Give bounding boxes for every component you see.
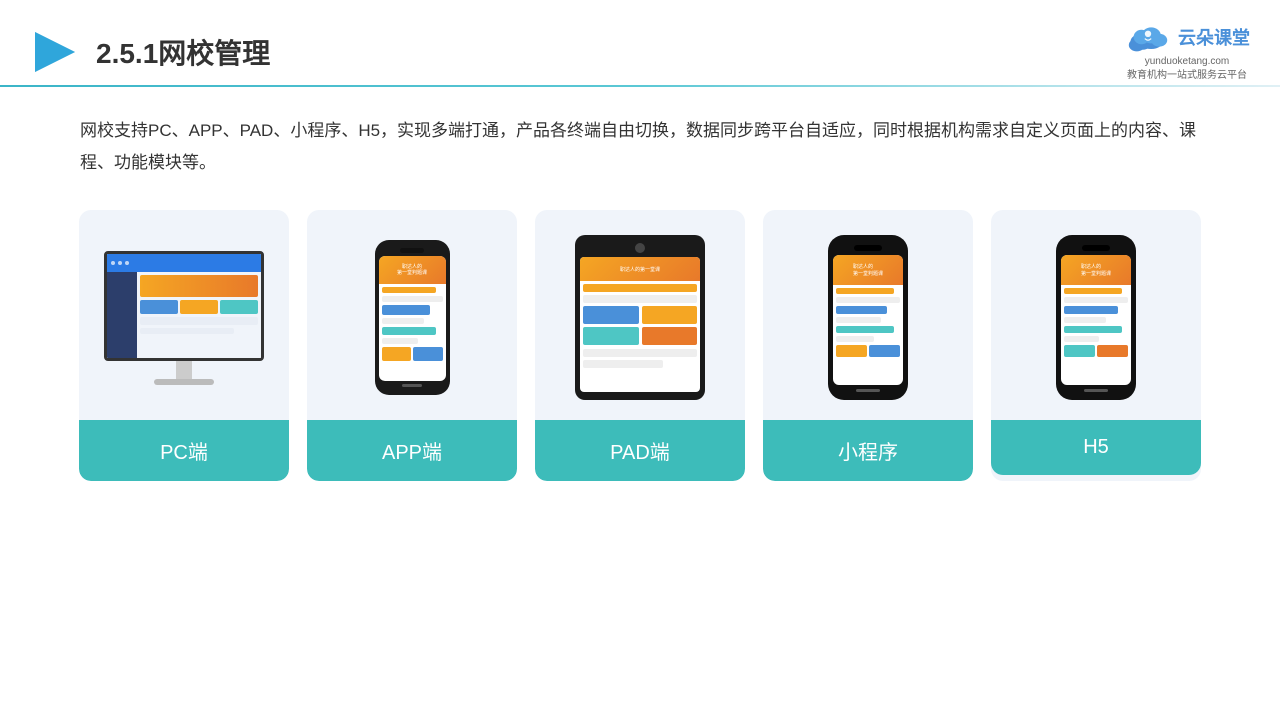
brand-domain: yunduoketang.com	[1127, 55, 1247, 69]
phone-miniprogram-icon: 职达人的第一堂判题课	[828, 235, 908, 400]
brand-logo-area: 云朵课堂 yunduoketang.com 教育机构一站式服务云平台	[1124, 21, 1250, 83]
brand-name: 云朵课堂	[1178, 24, 1250, 50]
header: 2.5.1网校管理 云朵课堂 yunduoketang.com 教育机构一站式服…	[0, 0, 1280, 85]
card-h5-image: 职达人的第一堂判题课	[991, 210, 1201, 420]
card-app: 职达人的第一堂判题课	[307, 210, 517, 481]
brand-logo: 云朵课堂	[1124, 21, 1250, 53]
brand-desc: 教育机构一站式服务云平台	[1127, 69, 1247, 83]
cards-container: PC端 职达人的第一堂判题课	[0, 200, 1280, 481]
card-pc-label: PC端	[79, 420, 289, 481]
card-app-image: 职达人的第一堂判题课	[307, 210, 517, 420]
cloud-icon	[1124, 21, 1172, 53]
brand-tagline: yunduoketang.com 教育机构一站式服务云平台	[1127, 55, 1247, 83]
card-miniprogram-image: 职达人的第一堂判题课	[763, 210, 973, 420]
card-miniprogram-label: 小程序	[763, 420, 973, 481]
page-title: 2.5.1网校管理	[96, 32, 270, 72]
card-pad-label: PAD端	[535, 420, 745, 481]
card-pad-image: 职达人的第一堂课	[535, 210, 745, 420]
card-miniprogram: 职达人的第一堂判题课	[763, 210, 973, 481]
card-app-label: APP端	[307, 420, 517, 481]
card-pad: 职达人的第一堂课	[535, 210, 745, 481]
card-h5-label: H5	[991, 420, 1201, 475]
card-h5: 职达人的第一堂判题课	[991, 210, 1201, 481]
card-pc: PC端	[79, 210, 289, 481]
card-pc-image	[79, 210, 289, 420]
logo-arrow-icon	[30, 27, 80, 77]
pc-monitor-icon	[99, 251, 269, 385]
phone-app-icon: 职达人的第一堂判题课	[375, 240, 450, 395]
header-left: 2.5.1网校管理	[30, 27, 270, 77]
page-description: 网校支持PC、APP、PAD、小程序、H5，实现多端打通，产品各终端自由切换，数…	[0, 87, 1280, 200]
tablet-pad-icon: 职达人的第一堂课	[575, 235, 705, 400]
phone-h5-icon: 职达人的第一堂判题课	[1056, 235, 1136, 400]
